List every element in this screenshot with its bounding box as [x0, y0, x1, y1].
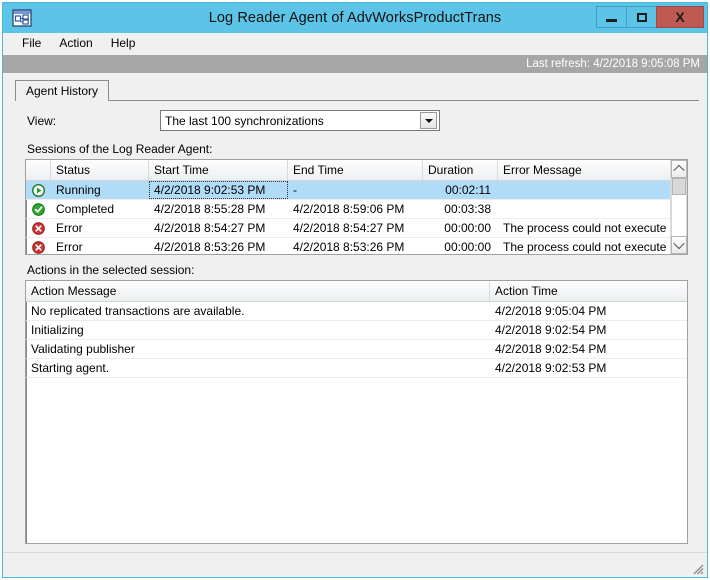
column-header-end-time[interactable]: End Time	[288, 160, 423, 180]
scroll-track[interactable]	[671, 178, 687, 236]
table-row[interactable]: Error 4/2/2018 8:54:27 PM 4/2/2018 8:54:…	[26, 219, 670, 238]
cell-duration: 00:03:38	[444, 202, 491, 216]
cell-start-time: 4/2/2018 9:02:53 PM	[149, 181, 288, 199]
table-row[interactable]: Validating publisher 4/2/2018 9:02:54 PM	[26, 340, 687, 359]
sessions-grid-body: Running 4/2/2018 9:02:53 PM - 00:02:11 C…	[26, 181, 670, 254]
status-bar	[3, 552, 707, 577]
cell-start-time: 4/2/2018 8:54:27 PM	[154, 221, 266, 235]
application-root: Log Reader Agent of AdvWorksProductTrans…	[0, 0, 710, 580]
status-error-icon	[26, 219, 51, 237]
maximize-button[interactable]	[626, 6, 657, 28]
title-bar: Log Reader Agent of AdvWorksProductTrans…	[3, 3, 707, 33]
chevron-down-icon	[673, 237, 685, 250]
cell-status: Running	[56, 183, 101, 197]
close-button[interactable]: X	[656, 6, 704, 28]
cell-action-message: No replicated transactions are available…	[31, 304, 245, 318]
chevron-up-icon	[673, 164, 685, 177]
table-row[interactable]: Error 4/2/2018 8:53:26 PM 4/2/2018 8:53:…	[26, 238, 670, 254]
cell-duration: 00:02:11	[445, 183, 491, 197]
cell-action-message: Validating publisher	[31, 342, 135, 356]
cell-action-message: Starting agent.	[31, 361, 110, 375]
view-row: View: The last 100 synchronizations	[3, 110, 707, 134]
chevron-down-icon[interactable]	[420, 112, 437, 129]
cell-error-message: The process could not execute '...	[503, 221, 670, 235]
column-header-status[interactable]: Status	[51, 160, 149, 180]
cell-error-message	[498, 181, 670, 199]
view-dropdown[interactable]: The last 100 synchronizations	[160, 110, 440, 131]
cell-action-message: Initializing	[31, 323, 84, 337]
tab-strip: Agent History	[15, 80, 699, 101]
column-header-action-message[interactable]: Action Message	[26, 281, 490, 301]
tab-agent-history[interactable]: Agent History	[15, 80, 110, 101]
cell-end-time: 4/2/2018 8:54:27 PM	[293, 221, 405, 235]
actions-grid-body: No replicated transactions are available…	[26, 302, 687, 543]
cell-duration: 00:00:00	[444, 221, 491, 235]
menu-item-help[interactable]: Help	[102, 34, 145, 53]
status-completed-icon	[26, 200, 51, 218]
cell-status: Completed	[56, 202, 115, 216]
table-row[interactable]: No replicated transactions are available…	[26, 302, 687, 321]
table-row[interactable]: Initializing 4/2/2018 9:02:54 PM	[26, 321, 687, 340]
table-row[interactable]: Starting agent. 4/2/2018 9:02:53 PM	[26, 359, 687, 378]
window-controls: X	[596, 6, 704, 28]
view-label: View:	[27, 114, 57, 128]
table-row[interactable]: Running 4/2/2018 9:02:53 PM - 00:02:11	[26, 181, 670, 200]
cell-end-time: 4/2/2018 8:53:26 PM	[293, 240, 405, 254]
refresh-strip: Last refresh: 4/2/2018 9:05:08 PM	[3, 55, 707, 73]
main-window: Log Reader Agent of AdvWorksProductTrans…	[2, 2, 708, 578]
menu-item-action[interactable]: Action	[50, 34, 101, 53]
sessions-grid-header: Status Start Time End Time Duration Erro…	[26, 160, 670, 181]
cell-start-time: 4/2/2018 8:53:26 PM	[154, 240, 266, 254]
client-area: Agent History View: The last 100 synchro…	[3, 73, 707, 577]
column-header-duration[interactable]: Duration	[423, 160, 498, 180]
column-header-action-time[interactable]: Action Time	[490, 281, 687, 301]
sessions-label: Sessions of the Log Reader Agent:	[27, 142, 213, 156]
sessions-grid: Status Start Time End Time Duration Erro…	[25, 159, 688, 255]
table-row[interactable]: Completed 4/2/2018 8:55:28 PM 4/2/2018 8…	[26, 200, 670, 219]
menu-bar: File Action Help	[3, 33, 707, 55]
cell-action-time: 4/2/2018 9:02:54 PM	[495, 342, 607, 356]
cell-duration: 00:00:00	[444, 240, 491, 254]
cell-start-time: 4/2/2018 8:55:28 PM	[154, 202, 266, 216]
column-header-error-message[interactable]: Error Message	[498, 160, 670, 180]
scroll-thumb[interactable]	[672, 178, 686, 195]
minimize-icon	[606, 19, 617, 22]
cell-status: Error	[56, 240, 83, 254]
status-running-icon	[26, 181, 51, 199]
last-refresh-text: Last refresh: 4/2/2018 9:05:08 PM	[526, 58, 700, 70]
tab-underline	[15, 100, 699, 101]
actions-grid: Action Message Action Time No replicated…	[25, 280, 688, 544]
menu-item-file[interactable]: File	[13, 34, 50, 53]
sessions-vertical-scrollbar[interactable]	[670, 160, 687, 254]
actions-label: Actions in the selected session:	[27, 263, 195, 277]
column-header-start-time[interactable]: Start Time	[149, 160, 288, 180]
scroll-up-button[interactable]	[671, 160, 687, 178]
scroll-down-button[interactable]	[671, 236, 687, 254]
cell-status: Error	[56, 221, 83, 235]
cell-action-time: 4/2/2018 9:02:53 PM	[495, 361, 607, 375]
minimize-button[interactable]	[596, 6, 627, 28]
cell-action-time: 4/2/2018 9:02:54 PM	[495, 323, 607, 337]
cell-error-message: The process could not execute '...	[503, 240, 670, 254]
cell-action-time: 4/2/2018 9:05:04 PM	[495, 304, 607, 318]
cell-end-time: -	[293, 183, 297, 197]
column-header-icon[interactable]	[26, 160, 51, 180]
resize-grip-icon[interactable]	[690, 561, 704, 575]
close-icon: X	[675, 9, 685, 25]
actions-grid-header: Action Message Action Time	[26, 281, 687, 302]
maximize-icon	[636, 12, 647, 22]
cell-end-time: 4/2/2018 8:59:06 PM	[293, 202, 405, 216]
status-error-icon	[26, 238, 51, 254]
cell-error-message	[498, 200, 670, 218]
view-dropdown-value: The last 100 synchronizations	[165, 113, 324, 128]
